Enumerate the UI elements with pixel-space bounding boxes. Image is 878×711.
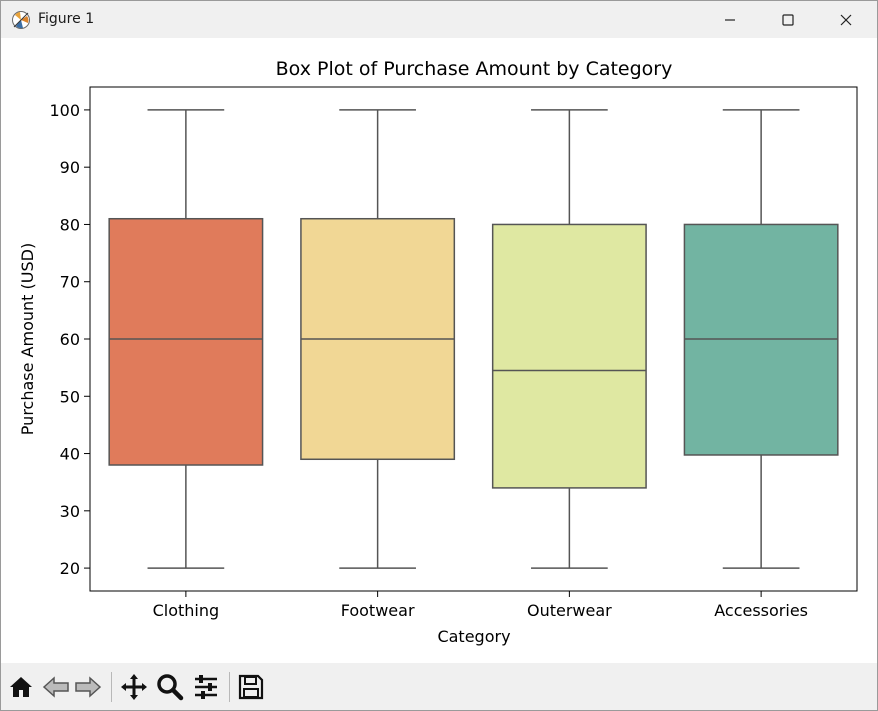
pan-button[interactable] [119,672,149,702]
figure-canvas[interactable]: Box Plot of Purchase Amount by Category … [1,38,877,663]
x-axis-label: Category [437,627,510,646]
back-button[interactable] [41,672,71,702]
forward-arrow-icon [75,676,102,698]
y-axis-label: Purchase Amount (USD) [18,243,37,435]
pan-icon [121,674,147,700]
box-plot-chart: Box Plot of Purchase Amount by Category … [18,58,858,646]
y-tick-label: 60 [60,330,80,349]
home-icon [10,677,32,697]
chart-title: Box Plot of Purchase Amount by Category [276,58,673,80]
close-icon [840,14,852,25]
figure-window: Figure 1 Box Plot of Purchase Amount by … [0,0,878,711]
y-tick-label: 80 [60,215,80,234]
back-arrow-icon [42,676,69,698]
y-tick-label: 50 [60,387,80,406]
matplotlib-app-icon [12,11,30,29]
home-button[interactable] [6,672,36,702]
configure-subplots-icon [195,675,217,699]
close-button[interactable] [817,1,875,38]
x-tick-label: Clothing [153,601,220,620]
box-outerwear [491,223,647,489]
y-tick-label: 100 [49,101,80,120]
forward-button[interactable] [73,672,103,702]
save-icon [238,674,264,700]
x-tick-label: Outerwear [527,601,612,620]
configure-subplots-button[interactable] [191,672,221,702]
box-clothing [108,217,264,466]
toolbar-separator [111,672,112,702]
minimize-icon [725,18,735,21]
x-tick-label: Footwear [341,601,415,620]
y-tick-label: 30 [60,502,80,521]
zoom-button[interactable] [155,672,185,702]
y-tick-label: 40 [60,445,80,464]
navigation-toolbar [1,663,877,710]
title-bar: Figure 1 [1,1,877,38]
y-tick-label: 70 [60,273,80,292]
maximize-icon [782,13,794,26]
x-tick-label: Accessories [714,601,808,620]
toolbar-separator [229,672,230,702]
save-button[interactable] [236,672,266,702]
maximize-button[interactable] [759,1,817,38]
y-tick-label: 90 [60,158,80,177]
window-title: Figure 1 [38,11,95,27]
zoom-icon [157,674,184,701]
minimize-button[interactable] [701,1,759,38]
y-tick-label: 20 [60,559,80,578]
